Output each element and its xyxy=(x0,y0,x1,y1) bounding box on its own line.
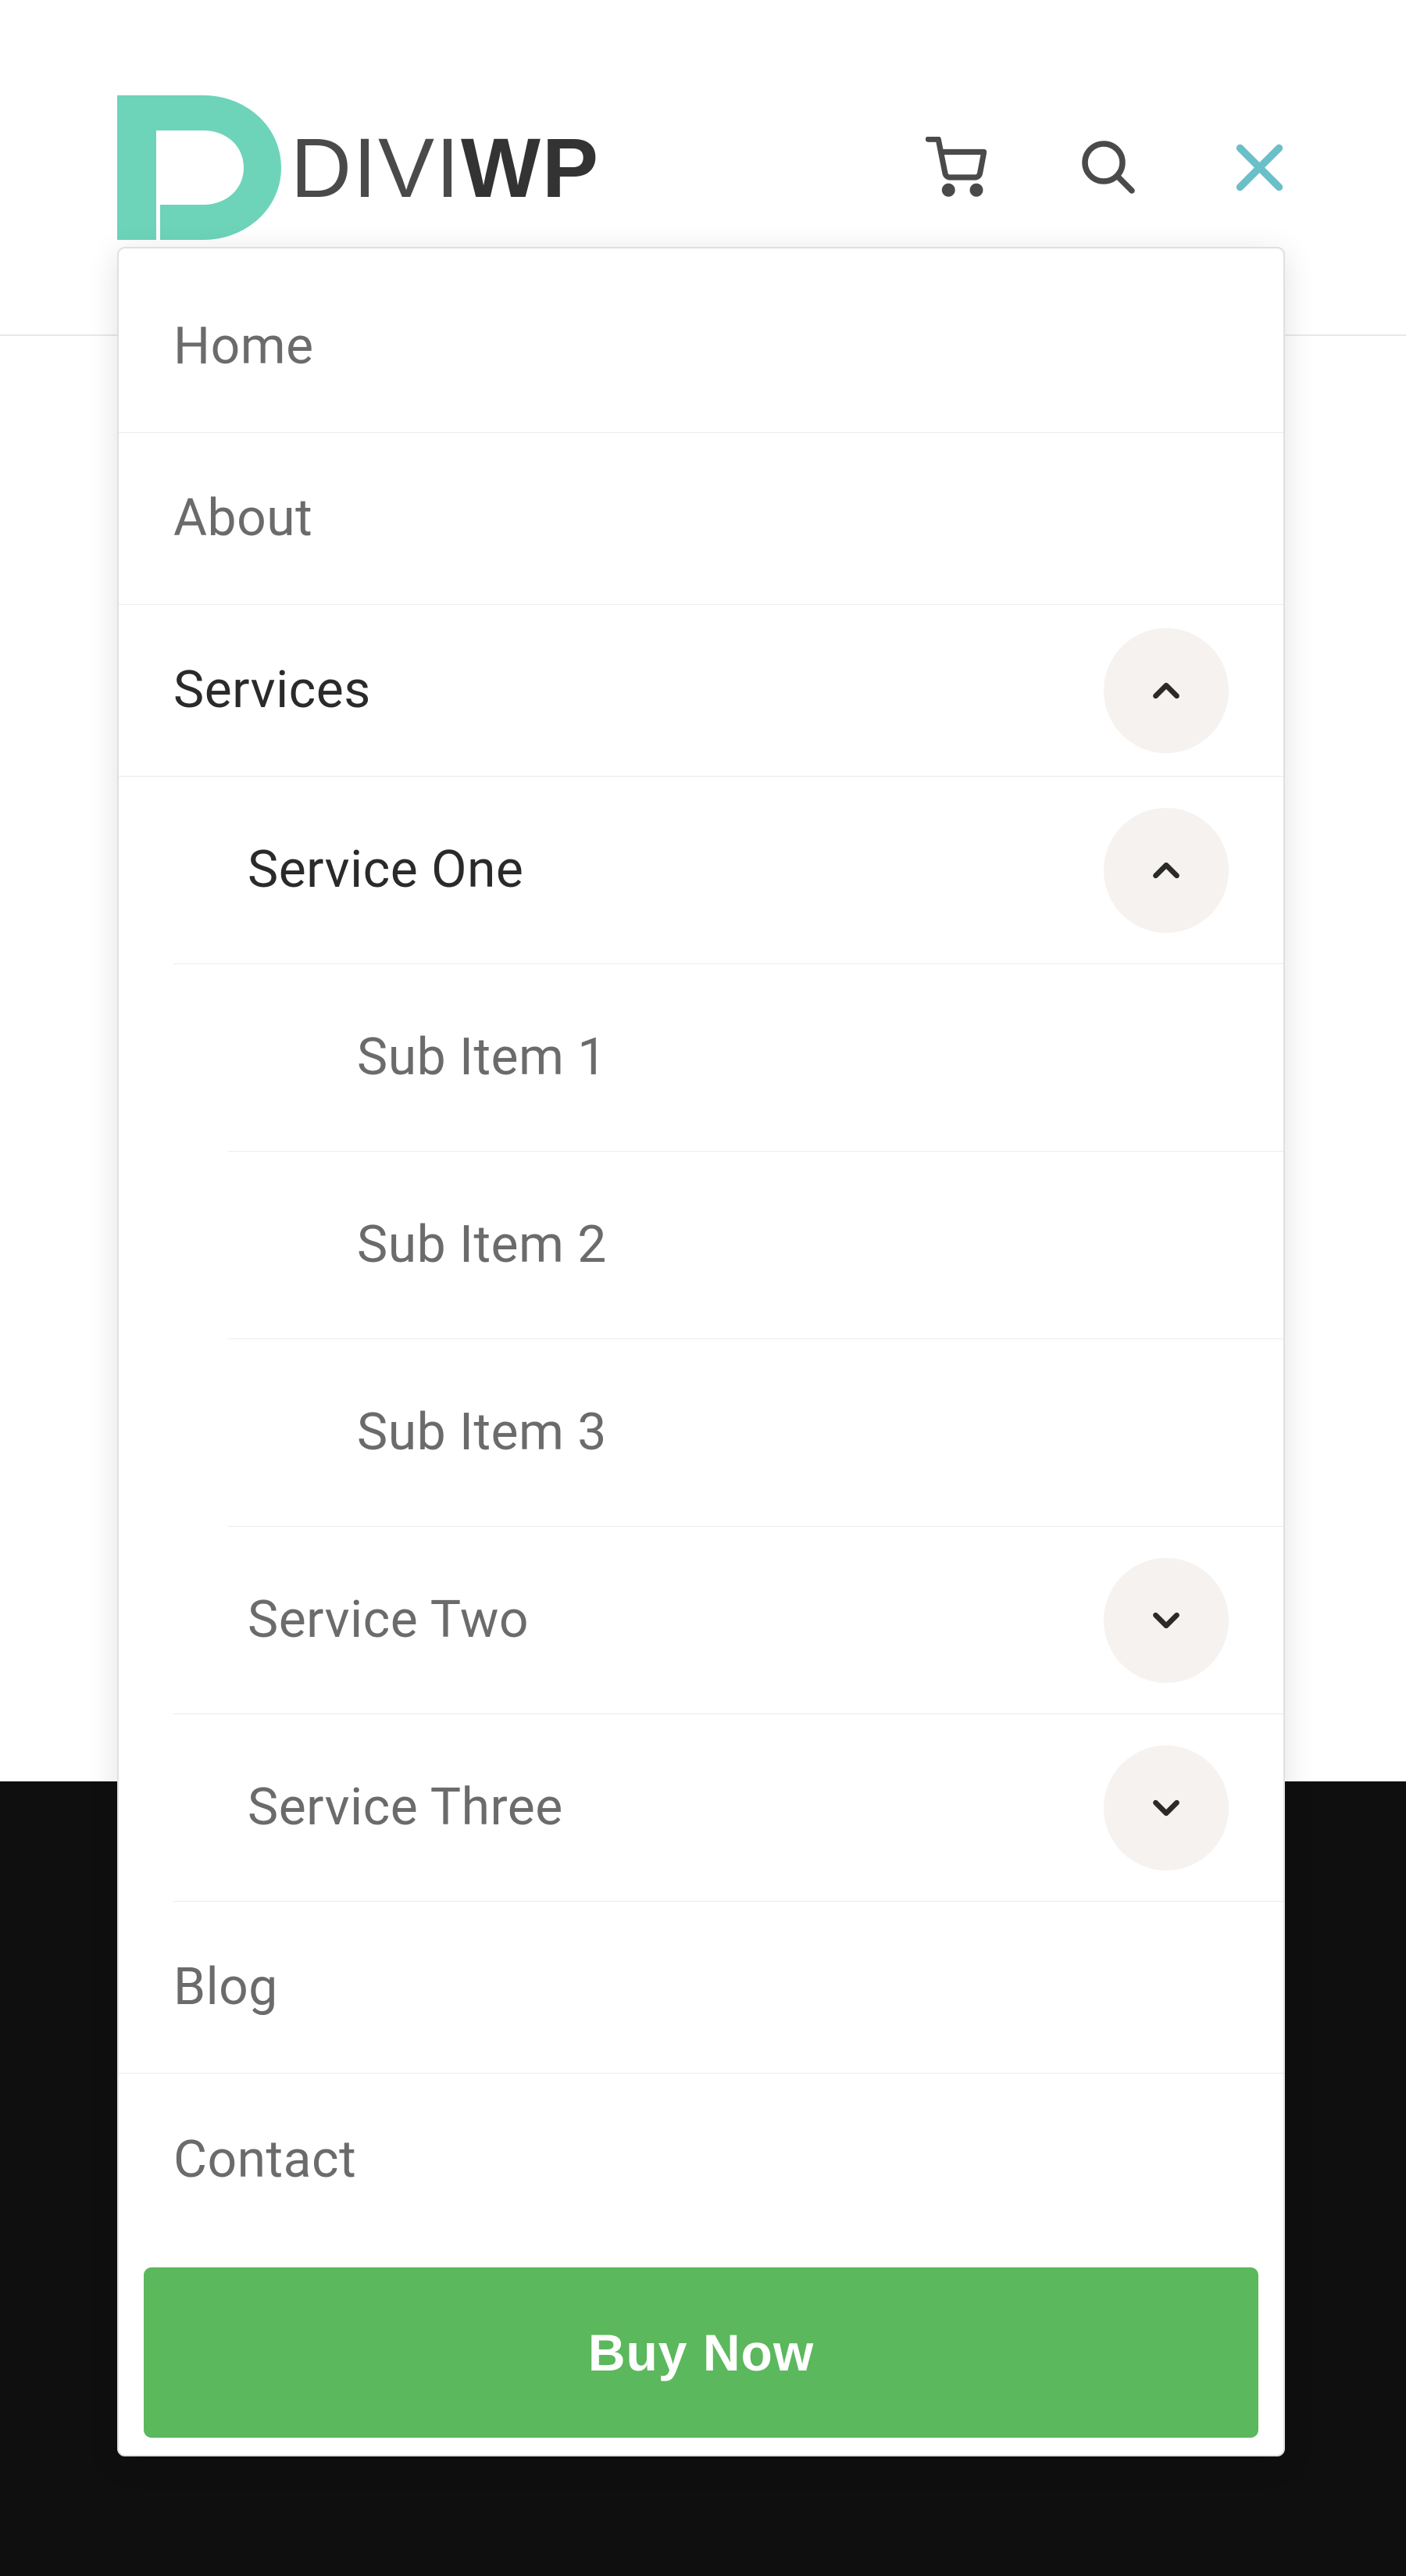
search-icon[interactable] xyxy=(1080,139,1137,195)
mobile-menu: Home About Services Service One xyxy=(117,247,1285,2456)
close-icon[interactable] xyxy=(1230,138,1289,197)
buy-button-label: Buy Now xyxy=(588,2323,814,2382)
menu-item-services[interactable]: Services xyxy=(119,605,1283,777)
menu-item-sub-2[interactable]: Sub Item 2 xyxy=(228,1152,1283,1339)
menu-item-sub-3[interactable]: Sub Item 3 xyxy=(228,1339,1283,1527)
menu-label: Sub Item 1 xyxy=(357,1027,607,1088)
menu-item-sub-1[interactable]: Sub Item 1 xyxy=(228,964,1283,1152)
menu-label: Services xyxy=(173,660,371,720)
logo[interactable]: DIVIWP xyxy=(117,95,600,240)
cart-icon[interactable] xyxy=(926,137,987,198)
menu-label: Home xyxy=(173,316,314,377)
submenu-services: Service One Sub Item 1 Sub Item 2 Sub It… xyxy=(173,777,1283,1902)
menu-label: Contact xyxy=(173,2130,356,2190)
menu-item-contact[interactable]: Contact xyxy=(119,2074,1283,2246)
menu-item-home[interactable]: Home xyxy=(119,261,1283,433)
menu-label: Service One xyxy=(248,840,523,900)
menu-label: Service Three xyxy=(248,1777,563,1838)
menu-item-about[interactable]: About xyxy=(119,433,1283,605)
chevron-down-icon[interactable] xyxy=(1104,1558,1229,1683)
chevron-up-icon[interactable] xyxy=(1104,808,1229,933)
menu-label: Sub Item 2 xyxy=(357,1215,607,1275)
header-icons xyxy=(926,137,1289,198)
buy-now-button[interactable]: Buy Now xyxy=(144,2267,1258,2438)
chevron-up-icon[interactable] xyxy=(1104,628,1229,753)
menu-label: Blog xyxy=(173,1957,278,2017)
menu-label: Service Two xyxy=(248,1590,529,1650)
menu-label: Sub Item 3 xyxy=(357,1402,607,1463)
chevron-down-icon[interactable] xyxy=(1104,1745,1229,1870)
menu-item-service-two[interactable]: Service Two xyxy=(173,1527,1283,1714)
menu-label: About xyxy=(173,488,312,548)
menu-item-service-one[interactable]: Service One xyxy=(173,777,1283,964)
page-wrapper: DIVIWP xyxy=(0,0,1406,2576)
buy-button-wrapper: Buy Now xyxy=(119,2246,1283,2438)
menu-item-blog[interactable]: Blog xyxy=(119,1902,1283,2074)
menu-item-service-three[interactable]: Service Three xyxy=(173,1714,1283,1902)
logo-text: DIVIWP xyxy=(291,119,600,216)
submenu-service-one: Sub Item 1 Sub Item 2 Sub Item 3 xyxy=(228,964,1283,1527)
logo-d-icon xyxy=(117,95,281,240)
